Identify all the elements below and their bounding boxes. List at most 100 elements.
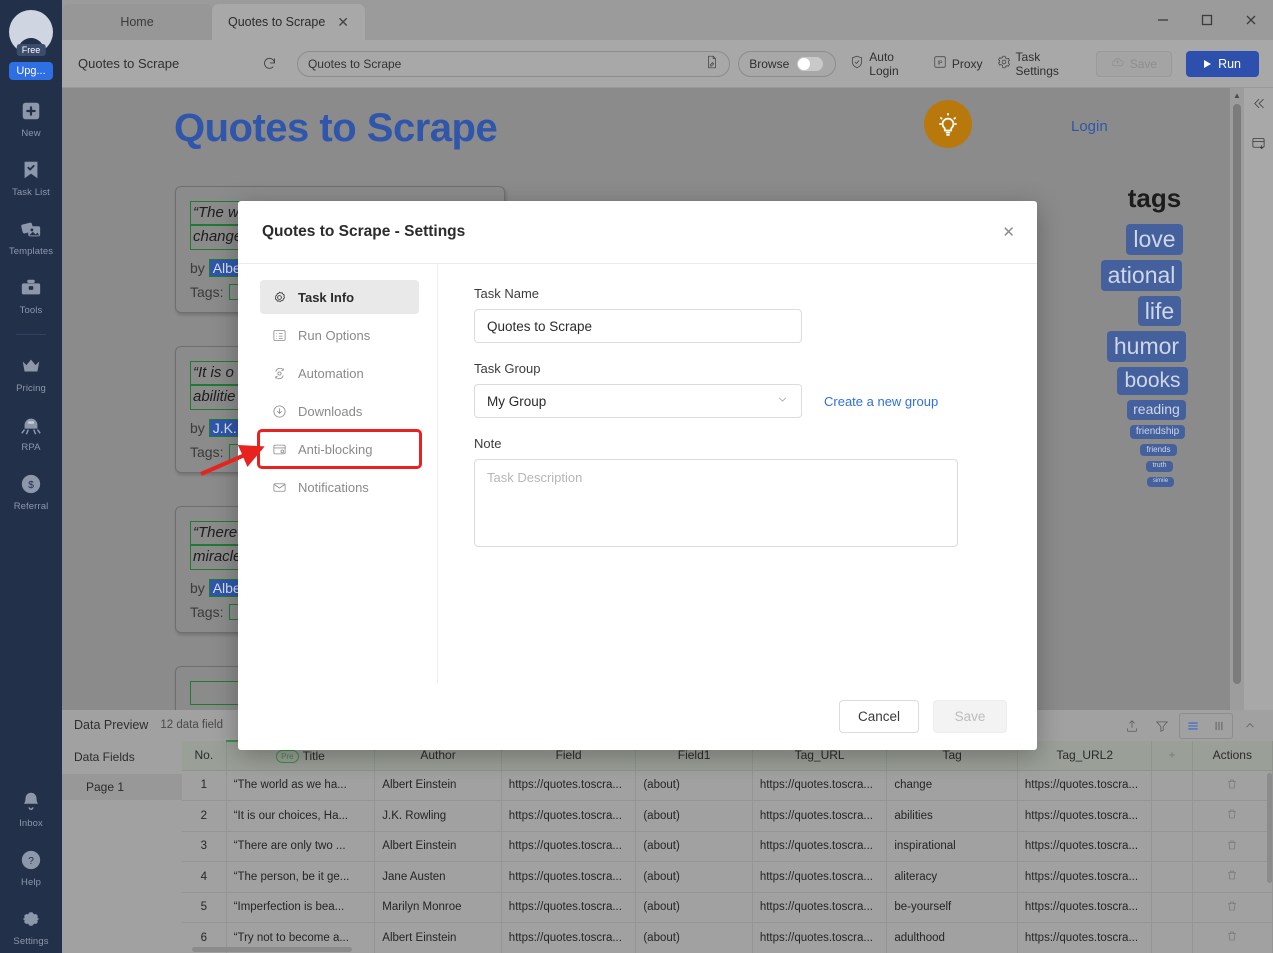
login-link[interactable]: Login — [1071, 118, 1108, 135]
tags-label: Tags: — [190, 604, 223, 620]
export-icon[interactable] — [1119, 714, 1145, 738]
tag-link[interactable]: ational — [1101, 260, 1183, 291]
table-row[interactable]: 2 “It is our choices, Ha... J.K. Rowling… — [182, 801, 1273, 832]
tag-link[interactable]: life — [1138, 296, 1181, 327]
tab-close-icon[interactable]: ✕ — [337, 15, 349, 29]
sidebar-item-help[interactable]: ? Help — [0, 847, 62, 888]
delete-row-button[interactable] — [1192, 770, 1272, 801]
maximize-button[interactable] — [1185, 0, 1229, 40]
list-view-icon[interactable] — [1180, 714, 1206, 738]
tag-link[interactable]: books — [1117, 367, 1187, 395]
templates-icon — [18, 216, 44, 242]
cell-title: “The world as we ha... — [226, 770, 375, 801]
quote-author: J.K. — [209, 419, 241, 437]
proxy-button[interactable]: IP Proxy — [933, 55, 983, 72]
run-button[interactable]: Run — [1186, 51, 1259, 77]
task-name-input[interactable]: Quotes to Scrape — [474, 309, 802, 343]
sidebar-item-rpa[interactable]: RPA — [0, 412, 62, 453]
delete-row-button[interactable] — [1192, 831, 1272, 862]
tag-link[interactable]: friendship — [1130, 425, 1185, 440]
save-button[interactable]: Save — [1096, 51, 1172, 77]
close-icon[interactable]: ✕ — [1002, 225, 1015, 240]
sidebar-item-referral[interactable]: $ Referral — [0, 471, 62, 512]
cell-field1: (about) — [636, 770, 752, 801]
sidebar-bottom-group: Inbox ? Help Settings — [0, 770, 62, 947]
tabstrip: Home Quotes to Scrape ✕ — [62, 0, 365, 40]
tag-link[interactable]: simile — [1147, 477, 1174, 487]
sidebar-item-task-list[interactable]: Task List — [0, 157, 62, 198]
table-row[interactable]: 4 “The person, be it ge... Jane Austen h… — [182, 862, 1273, 893]
upgrade-button[interactable]: Upg... — [9, 62, 52, 80]
workflow-panel-icon[interactable] — [1251, 136, 1266, 156]
table-row[interactable]: 3 “There are only two ... Albert Einstei… — [182, 831, 1273, 862]
nav-item-notifications[interactable]: Notifications — [260, 470, 419, 504]
table-row[interactable]: 1 “The world as we ha... Albert Einstein… — [182, 770, 1273, 801]
auto-login-label: Auto Login — [869, 50, 919, 78]
close-button[interactable] — [1229, 0, 1273, 40]
delete-row-button[interactable] — [1192, 801, 1272, 832]
page-item[interactable]: Page 1 — [62, 774, 182, 800]
nav-item-downloads[interactable]: Downloads — [260, 394, 419, 428]
table-hscrollbar[interactable] — [190, 946, 1230, 953]
tag-link[interactable]: truth — [1146, 461, 1172, 472]
tab-quotes-to-scrape[interactable]: Quotes to Scrape ✕ — [212, 4, 365, 40]
page-scrollbar[interactable]: ▲ — [1230, 88, 1244, 710]
nav-item-anti-blocking[interactable]: Anti-blocking — [260, 432, 419, 466]
tab-home[interactable]: Home — [62, 4, 212, 40]
column-header-no[interactable]: No. — [182, 741, 226, 770]
scrollbar-thumb[interactable] — [1233, 104, 1241, 684]
sidebar-item-templates[interactable]: Templates — [0, 216, 62, 257]
settings-modal: Quotes to Scrape - Settings ✕ Task Info … — [238, 201, 1037, 750]
auto-login-button[interactable]: Auto Login — [850, 50, 919, 78]
avatar[interactable]: Free — [9, 10, 53, 54]
scroll-up-icon[interactable]: ▲ — [1230, 88, 1244, 102]
minimize-button[interactable] — [1141, 0, 1185, 40]
create-new-group-link[interactable]: Create a new group — [824, 394, 938, 409]
tag-link[interactable]: friends — [1140, 444, 1176, 456]
sidebar-item-pricing[interactable]: Pricing — [0, 353, 62, 394]
task-name-label: Quotes to Scrape — [78, 56, 258, 71]
task-settings-button[interactable]: Task Settings — [997, 50, 1078, 78]
save-label: Save — [1130, 57, 1157, 71]
sidebar-label: RPA — [21, 442, 40, 453]
cell-spacer — [1152, 831, 1192, 862]
column-header-tag-url2[interactable]: Tag_URL2 — [1017, 741, 1152, 770]
note-textarea[interactable]: Task Description — [474, 459, 958, 547]
tag-link[interactable]: love — [1126, 224, 1182, 255]
sidebar-item-new[interactable]: New — [0, 98, 62, 139]
collapse-panel-icon[interactable] — [1237, 714, 1263, 738]
table-vscrollbar[interactable] — [1266, 769, 1273, 953]
sidebar-label: Pricing — [16, 383, 46, 394]
nav-item-task-info[interactable]: Task Info — [260, 280, 419, 314]
delete-row-button[interactable] — [1192, 892, 1272, 923]
browse-toggle-group[interactable]: Browse — [738, 51, 836, 77]
sidebar-item-tools[interactable]: Tools — [0, 275, 62, 316]
filter-icon[interactable] — [1149, 714, 1175, 738]
add-column-button[interactable]: + — [1152, 741, 1192, 770]
cell-spacer — [1152, 801, 1192, 832]
nav-item-automation[interactable]: Automation — [260, 356, 419, 390]
table-row[interactable]: 5 “Imperfection is bea... Marilyn Monroe… — [182, 892, 1273, 923]
download-circle-icon — [272, 404, 287, 419]
cell-no: 3 — [182, 831, 226, 862]
edit-document-icon[interactable] — [705, 55, 719, 72]
delete-row-button[interactable] — [1192, 862, 1272, 893]
refresh-icon[interactable] — [258, 56, 281, 71]
tag-link[interactable]: humor — [1107, 331, 1186, 362]
cell-tag-url: https://quotes.toscra... — [752, 831, 887, 862]
cancel-button[interactable]: Cancel — [839, 700, 919, 733]
cell-tag: abilities — [887, 801, 1018, 832]
column-view-icon[interactable] — [1206, 714, 1232, 738]
url-input[interactable]: Quotes to Scrape — [297, 51, 730, 77]
browse-toggle[interactable] — [797, 57, 823, 71]
cell-title: “There are only two ... — [226, 831, 375, 862]
top-tags-panel: tags love ational life humor books readi… — [1072, 183, 1237, 487]
collapse-icon[interactable] — [1251, 96, 1266, 116]
task-group-select[interactable]: My Group — [474, 384, 802, 418]
sidebar-item-inbox[interactable]: Inbox — [0, 788, 62, 829]
nav-item-run-options[interactable]: Run Options — [260, 318, 419, 352]
cell-title: “Imperfection is bea... — [226, 892, 375, 923]
tag-link[interactable]: reading — [1127, 400, 1186, 420]
save-button[interactable]: Save — [933, 700, 1007, 733]
sidebar-item-settings[interactable]: Settings — [0, 906, 62, 947]
